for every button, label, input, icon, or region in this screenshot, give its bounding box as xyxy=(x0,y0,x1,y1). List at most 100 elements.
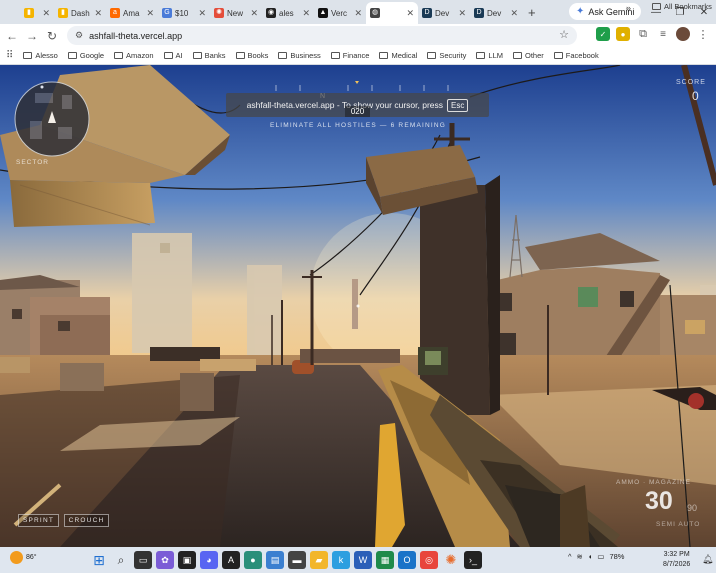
monitor-app-icon[interactable]: ▬ xyxy=(288,551,306,569)
tab-favicon-icon: ◍ xyxy=(370,8,380,18)
bookmark-folder[interactable]: LLM xyxy=(476,51,503,60)
tab-close-icon[interactable]: ✕ xyxy=(198,8,206,19)
game-viewport[interactable]: N ashfall-theta.vercel.app - To show you… xyxy=(0,65,716,547)
menu-dots-icon[interactable]: ⋮ xyxy=(696,27,710,41)
tab-label: Dev xyxy=(487,8,502,18)
bookmark-folder[interactable]: Finance xyxy=(330,51,369,60)
copilot-icon[interactable]: ✿ xyxy=(156,551,174,569)
bookmark-folder[interactable]: Amazon xyxy=(114,51,154,60)
outlook-icon[interactable]: O xyxy=(398,551,416,569)
lock-extension-icon[interactable]: ● xyxy=(616,27,630,41)
extensions-area: ✓ ● ⧉ ≡ ⋮ xyxy=(596,27,710,41)
bookmark-folder[interactable]: Security xyxy=(427,51,466,60)
cmd-icon[interactable]: ›_ xyxy=(464,551,482,569)
folder-icon xyxy=(379,52,389,59)
minimap-label: SECTOR xyxy=(16,159,49,166)
bookmark-folder[interactable]: Other xyxy=(513,51,544,60)
browser-tab[interactable]: ◍ ✕ xyxy=(366,2,418,24)
chevron-up-icon[interactable]: ^ xyxy=(568,552,572,561)
globe-app-icon[interactable]: ● xyxy=(244,551,262,569)
search-icon[interactable]: ⌕ xyxy=(112,551,130,569)
tab-close-icon[interactable]: ✕ xyxy=(42,8,50,19)
task-view-icon[interactable]: ▭ xyxy=(134,551,152,569)
browser-tab[interactable]: ▮ Dash ✕ xyxy=(54,2,106,24)
word-icon[interactable]: W xyxy=(354,551,372,569)
game-scene: N xyxy=(0,65,716,547)
start-icon[interactable]: ⊞ xyxy=(90,551,108,569)
tab-close-icon[interactable]: ✕ xyxy=(146,8,154,19)
bookmark-label: Google xyxy=(79,51,105,60)
bookmark-star-icon[interactable]: ☆ xyxy=(559,28,569,41)
bookmark-folder[interactable]: Banks xyxy=(192,51,226,60)
bookmark-list: Alesso Google Amazon AI Banks Books Business Fi… xyxy=(23,51,608,60)
tab-close-icon[interactable]: ✕ xyxy=(406,8,414,19)
tab-close-icon[interactable]: ✕ xyxy=(250,8,258,19)
apps-grid-icon[interactable]: ⠿ xyxy=(6,50,13,61)
browser-tab[interactable]: a Ama ✕ xyxy=(106,2,158,24)
tab-close-icon[interactable]: ✕ xyxy=(458,8,466,19)
ammo-label: AMMO · MAGAZINE xyxy=(616,479,691,486)
tab-close-icon[interactable]: ✕ xyxy=(302,8,310,19)
browser-tab[interactable]: ◉ ales ✕ xyxy=(262,2,314,24)
volume-icon[interactable]: ◖ xyxy=(588,552,593,561)
reload-icon[interactable]: ↻ xyxy=(42,26,62,46)
compass-heading: 020 xyxy=(345,106,370,117)
clock-date: 8/7/2026 xyxy=(663,561,691,568)
browser-tab[interactable]: D Dev ✕ xyxy=(470,2,522,24)
crouch-button[interactable]: CROUCH xyxy=(64,514,109,527)
all-bookmarks-button[interactable]: All Bookmarks xyxy=(652,2,712,11)
score-value: 0 xyxy=(692,89,699,103)
minimap xyxy=(14,81,90,157)
notes-app-icon[interactable]: ▤ xyxy=(266,551,284,569)
folder-icon xyxy=(427,52,437,59)
avatar[interactable] xyxy=(676,27,690,41)
bookmark-folder[interactable]: AI xyxy=(163,51,183,60)
back-icon[interactable]: ← xyxy=(2,26,22,46)
sprint-button[interactable]: SPRINT xyxy=(18,514,59,527)
tab-close-icon[interactable]: ✕ xyxy=(510,8,518,19)
bookmark-label: Amazon xyxy=(126,51,154,60)
bookmark-folder[interactable]: Facebook xyxy=(553,51,599,60)
file-explorer-icon[interactable]: ▰ xyxy=(310,551,328,569)
forward-icon[interactable]: → xyxy=(22,26,42,46)
browser-tab[interactable]: ✺ New ✕ xyxy=(210,2,262,24)
browser-tab[interactable]: D Dev ✕ xyxy=(418,2,470,24)
spreadsheet-app-icon[interactable]: ▦ xyxy=(376,551,394,569)
clock[interactable]: 3:32 PM 8/7/2026 xyxy=(663,550,690,570)
terminal-app-icon[interactable]: ▣ xyxy=(178,551,196,569)
folder-icon xyxy=(476,52,486,59)
weather-widget[interactable]: 86° xyxy=(10,551,37,564)
starburst-app-icon[interactable]: ✺ xyxy=(442,551,460,569)
bookmark-label: Security xyxy=(439,51,467,60)
bookmark-label: Business xyxy=(290,51,321,60)
tab-close-icon[interactable]: ✕ xyxy=(94,8,102,19)
notification-bell-icon[interactable]: 🔔︎ xyxy=(702,554,713,565)
site-info-icon[interactable]: ⚙ xyxy=(75,30,83,41)
k-app-icon[interactable]: k xyxy=(332,551,350,569)
bookmark-folder[interactable]: Business xyxy=(278,51,321,60)
bookmark-folder[interactable]: Google xyxy=(67,51,105,60)
vectorworks-icon[interactable]: A xyxy=(222,551,240,569)
battery-icon[interactable]: ▭ xyxy=(597,552,604,561)
puzzle-icon[interactable]: ⧉ xyxy=(636,27,650,41)
address-bar[interactable]: ⚙ ashfall-theta.vercel.app ☆ xyxy=(67,26,577,45)
tab-close-icon[interactable]: ✕ xyxy=(354,8,362,19)
taskbar-apps: ⊞ ⌕ ▭ ✿ ▣ ◕ A ● ▤ ▬ ▰ k W ▦ O ◎ ✺ ›_ xyxy=(90,551,482,569)
bookmark-folder[interactable]: Books xyxy=(235,51,268,60)
chrome-icon[interactable]: ◎ xyxy=(420,551,438,569)
bookmark-folder[interactable]: Medical xyxy=(379,51,417,60)
temperature: 86° xyxy=(26,554,37,561)
bookmark-folder[interactable]: Alesso xyxy=(23,51,58,60)
tab-favicon-icon: D xyxy=(474,8,484,18)
bookmark-label: AI xyxy=(175,51,183,60)
more-bookmarks-icon[interactable]: » xyxy=(626,3,631,13)
wifi-icon[interactable]: ≋ xyxy=(577,552,583,561)
browser-tab[interactable]: ▮ ✕ xyxy=(20,2,54,24)
new-tab-button[interactable]: + xyxy=(522,2,542,24)
tab-label: Verc xyxy=(331,8,348,18)
media-icon[interactable]: ≡ xyxy=(656,27,670,41)
browser-tab[interactable]: G $10 ✕ xyxy=(158,2,210,24)
checkmark-extension-icon[interactable]: ✓ xyxy=(596,27,610,41)
discord-icon[interactable]: ◕ xyxy=(200,551,218,569)
browser-tab[interactable]: ▲ Verc ✕ xyxy=(314,2,366,24)
